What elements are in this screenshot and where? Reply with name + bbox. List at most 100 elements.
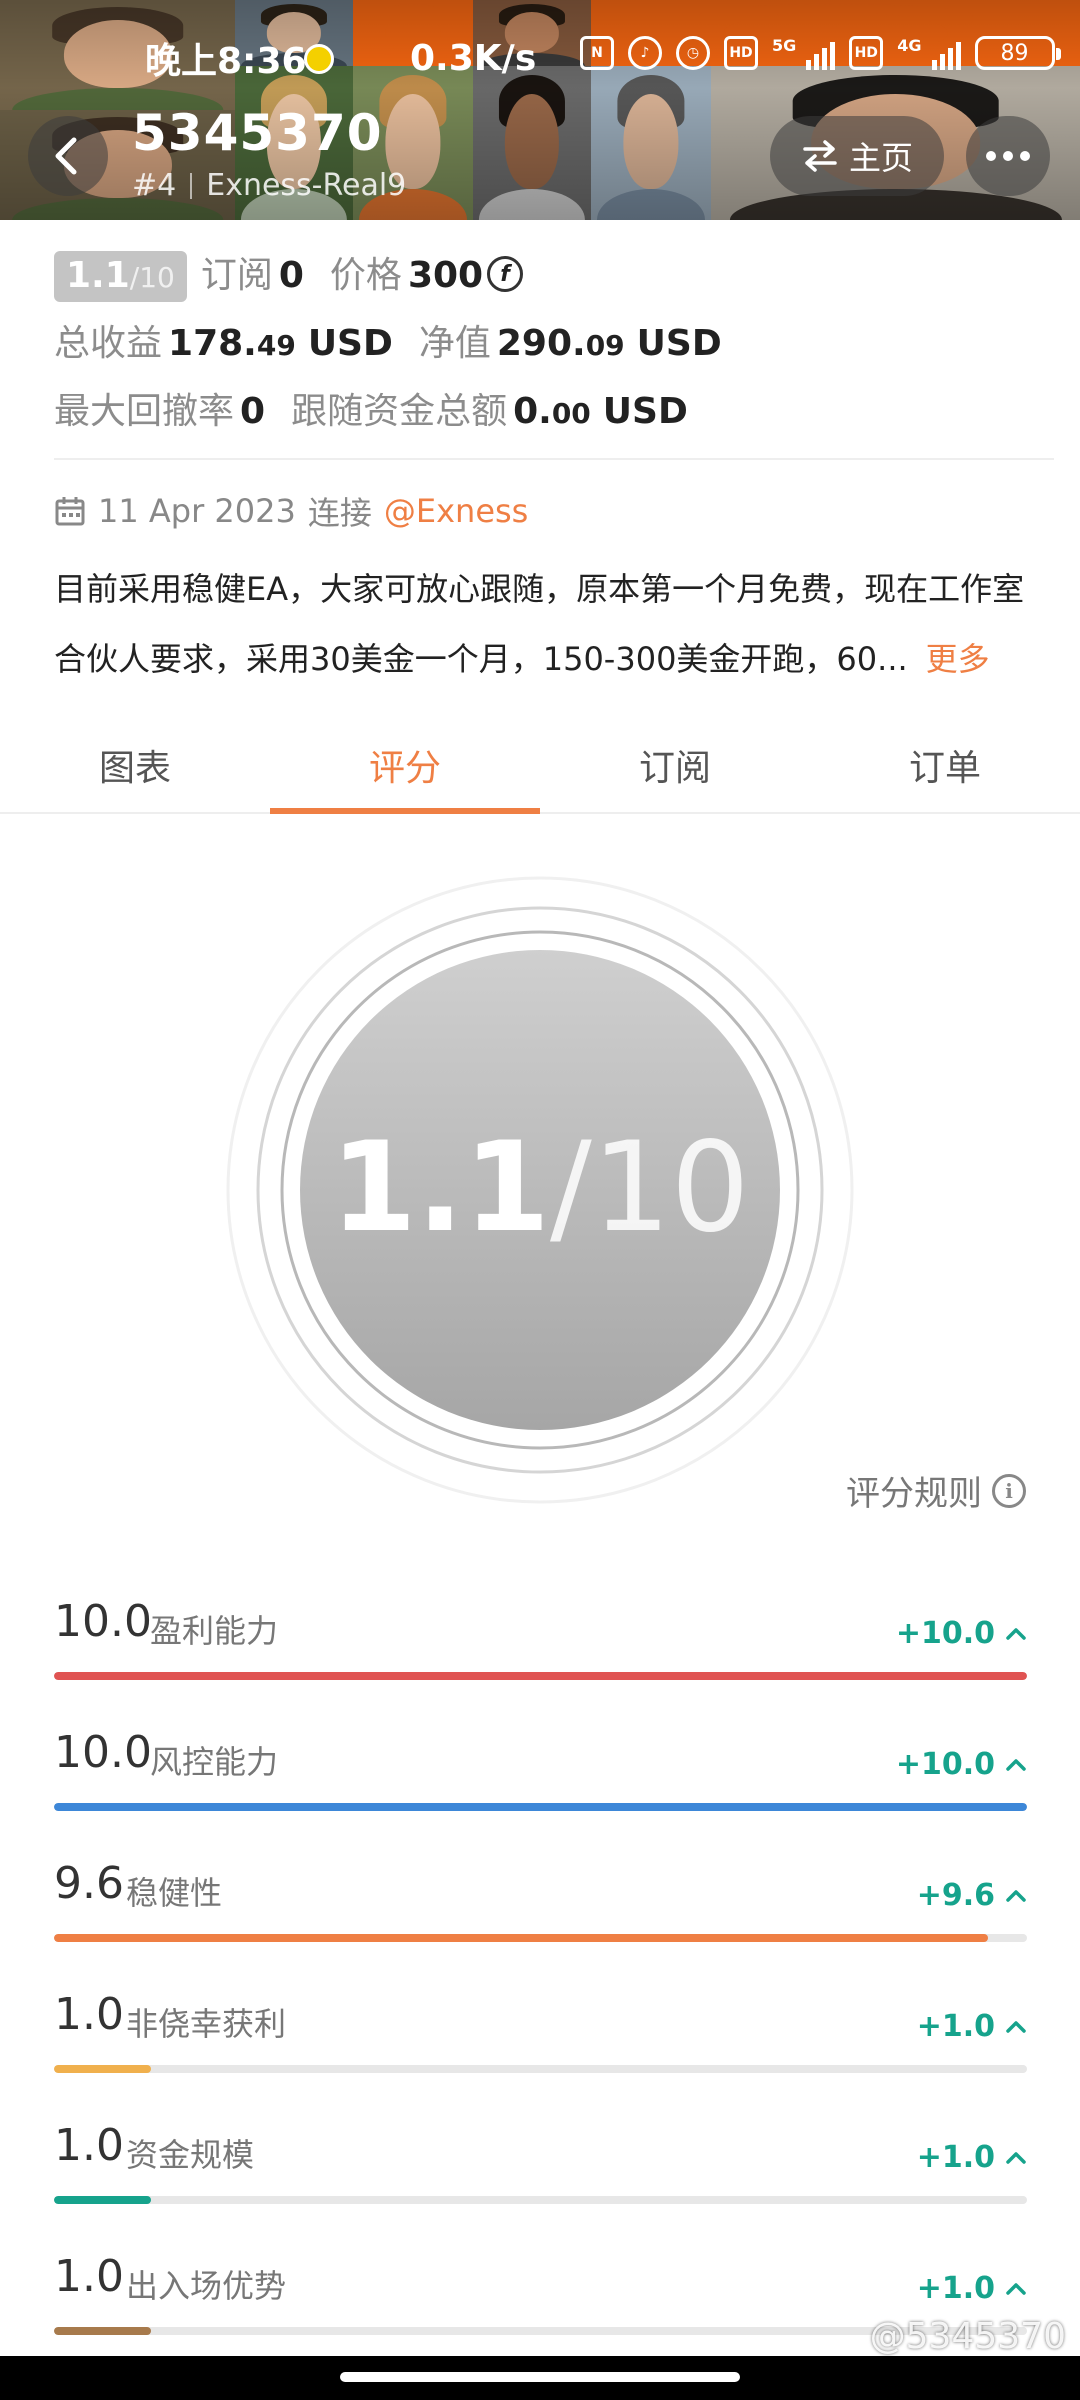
metric-label: 资金规模 [126, 2136, 255, 2174]
alarm-icon: ◷ [676, 36, 710, 70]
status-icons: N ♪ ◷ HD 5G HD 4G 89 [580, 36, 1061, 70]
metric-bar-track [54, 1672, 1027, 1680]
rules-link[interactable]: 评分规则 i [846, 1466, 1026, 1515]
rank-label: #4 [132, 168, 177, 203]
price-label: 价格 [329, 255, 402, 296]
coin-icon: f [487, 256, 524, 292]
connect-date: 11 Apr 2023 [98, 492, 296, 530]
rules-label: 评分规则 [846, 1474, 982, 1514]
metric-bar-track [54, 1934, 1027, 1942]
subscribe-value: 0 [278, 255, 304, 296]
back-button[interactable] [28, 116, 108, 196]
metric-bar-fill [54, 2327, 152, 2335]
tab-bar: 图表 评分 订阅 订单 [0, 718, 1080, 814]
chevron-up-icon [1006, 2282, 1026, 2295]
total-profit-value: 178.49 [168, 323, 296, 364]
more-button[interactable] [966, 116, 1050, 196]
score-badge-max: /10 [129, 261, 175, 294]
description-line-2: 合伙人要求，采用30美金一个月，150-300美金开跑，60... 更多 [54, 640, 990, 678]
price-value: 300 [407, 255, 484, 296]
watermark: @5345370 [869, 2316, 1066, 2357]
swap-icon [803, 140, 837, 172]
more-dots-icon [986, 151, 996, 161]
metric-delta: +1.0 [917, 2009, 1027, 2044]
nfc-icon: N [580, 36, 614, 70]
divider [54, 458, 1054, 460]
metric-score: 10.0 [54, 1596, 152, 1647]
battery-level: 89 [1000, 40, 1029, 66]
metric-row[interactable]: 9.6 稳健性 +9.6 [54, 1858, 1027, 1988]
calendar-icon [55, 497, 85, 526]
description-line-1: 目前采用稳健EA，大家可放心跟随，原本第一个月免费，现在工作室 [54, 570, 1025, 608]
drawdown-label: 最大回撤率 [54, 391, 235, 432]
hd-icon: HD [849, 36, 884, 70]
home-button[interactable]: 主页 [770, 116, 944, 196]
subscribe-label: 订阅 [200, 255, 273, 296]
battery-icon: 89 [974, 36, 1061, 70]
metric-label: 非侥幸获利 [126, 2005, 287, 2043]
tab-chart[interactable]: 图表 [0, 718, 270, 812]
broker-link[interactable]: @Exness [384, 492, 528, 530]
metric-score: 10.0 [54, 1727, 152, 1778]
metric-score: 1.0 [54, 2251, 124, 2302]
page-title: 5345370 [132, 104, 383, 162]
metric-label: 稳健性 [126, 1874, 223, 1912]
more-link[interactable]: 更多 [926, 640, 990, 678]
home-indicator[interactable] [340, 2372, 740, 2382]
metric-bar-track [54, 1803, 1027, 1811]
chevron-up-icon [1006, 1758, 1026, 1771]
metric-score: 1.0 [54, 1989, 124, 2040]
metric-label: 出入场优势 [126, 2267, 287, 2305]
metric-delta: +10.0 [896, 1747, 1027, 1782]
header-banner: 晚上8:36 0.3K/s N ♪ ◷ HD 5G HD 4G 89 53453… [0, 0, 1080, 220]
network-4g-label: 4G [897, 36, 922, 55]
status-net-speed: 0.3K/s [410, 37, 537, 79]
metric-delta: +10.0 [896, 1616, 1027, 1651]
score-badge-value: 1.1 [66, 255, 130, 296]
metric-bar-fill [54, 2196, 152, 2204]
stats-row-1: 1.1 /10 订阅 0 价格 300 f [54, 246, 524, 302]
metric-bar-track [54, 2065, 1027, 2073]
total-profit-unit: USD [307, 323, 393, 364]
metric-row[interactable]: 1.0 资金规模 +1.0 [54, 2120, 1027, 2250]
account-label: Exness-Real9 [206, 168, 407, 203]
metric-bar-fill [54, 1672, 1027, 1680]
metric-bar-fill [54, 2065, 152, 2073]
account-subtitle: #4 Exness-Real9 [132, 168, 406, 203]
metric-delta: +9.6 [917, 1878, 1027, 1913]
mute-bell-icon: ♪ [628, 36, 662, 70]
date-row: 11 Apr 2023 连接 @Exness [54, 488, 528, 534]
metric-row[interactable]: 10.0 盈利能力 +10.0 [54, 1596, 1027, 1726]
metric-row[interactable]: 1.0 非侥幸获利 +1.0 [54, 1989, 1027, 2119]
network-5g-label: 5G [772, 36, 797, 55]
equity-unit: USD [636, 323, 722, 364]
info-icon: i [992, 1473, 1026, 1508]
chevron-up-icon [1006, 1627, 1026, 1640]
score-badge: 1.1 /10 [54, 251, 187, 302]
chevron-up-icon [1006, 2151, 1026, 2164]
total-profit-label: 总收益 [54, 323, 163, 364]
metric-bar-track [54, 2196, 1027, 2204]
tab-orders[interactable]: 订单 [810, 718, 1080, 812]
metric-score: 9.6 [54, 1858, 124, 1909]
metric-label: 风控能力 [150, 1743, 279, 1781]
connect-label: 连接 [307, 494, 372, 532]
follow-funds-label: 跟随资金总额 [291, 391, 508, 432]
equity-value: 290.09 [496, 323, 625, 364]
score-circle-value: 1.1/10 [330, 1116, 750, 1260]
metric-bar-fill [54, 1934, 989, 1942]
tab-subscribe[interactable]: 订阅 [540, 718, 810, 812]
status-time: 晚上8:36 [145, 41, 307, 82]
metric-bar-fill [54, 1803, 1027, 1811]
tab-score[interactable]: 评分 [270, 718, 540, 814]
signal-icon [931, 36, 961, 70]
chevron-up-icon [1006, 2020, 1026, 2033]
metric-delta: +1.0 [917, 2140, 1027, 2175]
description: 目前采用稳健EA，大家可放心跟随，原本第一个月免费，现在工作室 合伙人要求，采用… [54, 554, 1054, 694]
chevron-left-icon [55, 137, 77, 175]
metric-score: 1.0 [54, 2120, 124, 2171]
chevron-up-icon [1006, 1889, 1026, 1902]
signal-icon [806, 36, 836, 70]
metric-row[interactable]: 10.0 风控能力 +10.0 [54, 1727, 1027, 1857]
follow-funds-value: 0.00 [513, 391, 591, 432]
